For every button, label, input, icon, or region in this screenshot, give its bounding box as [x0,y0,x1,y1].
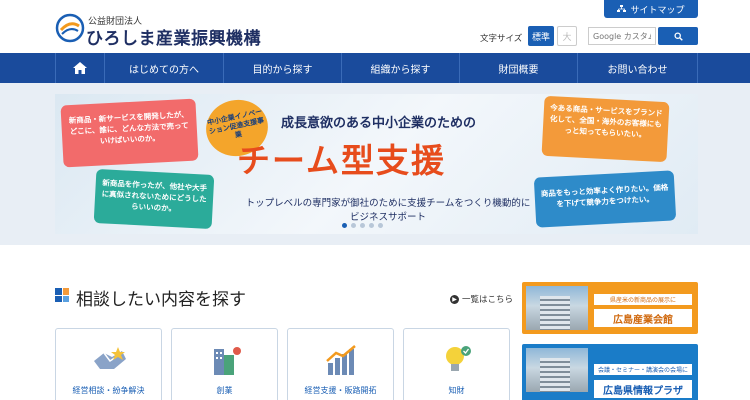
hero-subtitle: トップレベルの専門家が御社のために支援チームをつくり機動的にビジネスサポート [245,198,531,224]
carousel-dot[interactable] [369,223,374,228]
sitemap-icon [617,5,627,12]
card-label: 知財 [448,386,465,395]
section-title: 相談したい内容を探す [76,290,246,310]
handshake-icon [94,347,126,369]
hall-photo [526,286,588,330]
card-label: 経営相談・紛争解決 [72,386,145,395]
home-icon [73,62,87,74]
global-nav: はじめての方へ 目的から探す 組織から探す 財団概要 お問い合わせ [0,53,750,83]
consultation-cards: 経営相談・紛争解決 創業 経営支援・販路開拓 知財 [55,328,510,400]
font-size-large-button[interactable]: 大 [557,26,577,46]
card-business-support[interactable]: 経営支援・販路開拓 [287,328,394,400]
banner-info-plaza[interactable]: 会議・セミナー・講演会の会場に 広島県情報プラザ [522,344,698,400]
banner-industry-hall[interactable]: 県産米の新商品の展示に 広島産業会館 [522,282,698,334]
search-button[interactable] [658,27,698,45]
carousel-dot[interactable] [342,223,347,228]
search-input[interactable] [588,27,656,45]
nav-contact[interactable]: お問い合わせ [578,53,698,83]
sitemap-button[interactable]: サイトマップ [604,0,698,18]
building-icon [214,347,241,375]
card-management-consultation[interactable]: 経営相談・紛争解決 [55,328,162,400]
lightbulb-icon [446,346,471,371]
nav-home[interactable] [55,53,105,83]
hero-bubble-brand: 今ある商品・サービスをブランド化して、全国・海外のお客様にもっと知ってもらいたい… [541,95,670,163]
hero-bubble-efficiency: 商品をもっと効率よく作りたい。価格を下げて競争力をつけたい。 [533,170,677,228]
list-link[interactable]: ▶ 一覧はこちら [450,293,513,305]
card-label: 創業 [216,386,233,395]
hero-main-title: チーム型支援 [237,141,447,180]
nav-by-organization[interactable]: 組織から探す [342,53,460,83]
font-size-label: 文字サイズ [480,34,523,44]
font-size-standard-button[interactable]: 標準 [528,26,554,46]
hero-bubble-sales: 新商品・新サービスを開発したが、どこに、誰に、どんな方法で売っていけばいいのか。 [60,98,199,168]
hero-bubble-ip: 新商品を作ったが、他社や大手に真似されないためにどうしたらいいのか。 [93,168,215,230]
banner-main-text: 広島産業会館 [594,309,692,327]
list-link-label: 一覧はこちら [462,295,514,305]
growth-chart-icon [326,345,356,375]
sitemap-label: サイトマップ [630,5,685,16]
carousel-dot[interactable] [378,223,383,228]
nav-first-visit[interactable]: はじめての方へ [105,53,224,83]
site-header: 公益財団法人 ひろしま産業振興機構 サイトマップ 文字サイズ 標準 大 [0,0,750,53]
carousel-dot[interactable] [351,223,356,228]
card-intellectual-property[interactable]: 知財 [403,328,510,400]
nav-about[interactable]: 財団概要 [460,53,578,83]
plaza-photo [526,348,588,392]
card-label: 経営支援・販路開拓 [304,386,377,395]
hero-heading: 成長意欲のある中小企業のための [281,116,477,131]
banner-main-text: 広島県情報プラザ [594,380,692,398]
org-name[interactable]: ひろしま産業振興機構 [86,24,261,49]
banner-small-text: 会議・セミナー・講演会の会場に [594,364,692,375]
carousel-dots [342,223,383,228]
search-icon [673,31,683,41]
nav-by-purpose[interactable]: 目的から探す [224,53,342,83]
arrow-right-icon: ▶ [450,294,459,304]
hero-banner[interactable]: 新商品・新サービスを開発したが、どこに、誰に、どんな方法で売っていけばいいのか。… [55,94,698,234]
banner-small-text: 県産米の新商品の展示に [594,294,692,305]
card-startup[interactable]: 創業 [171,328,278,400]
section-grid-icon [55,288,69,302]
logo-icon[interactable] [55,12,85,44]
carousel-dot[interactable] [360,223,365,228]
